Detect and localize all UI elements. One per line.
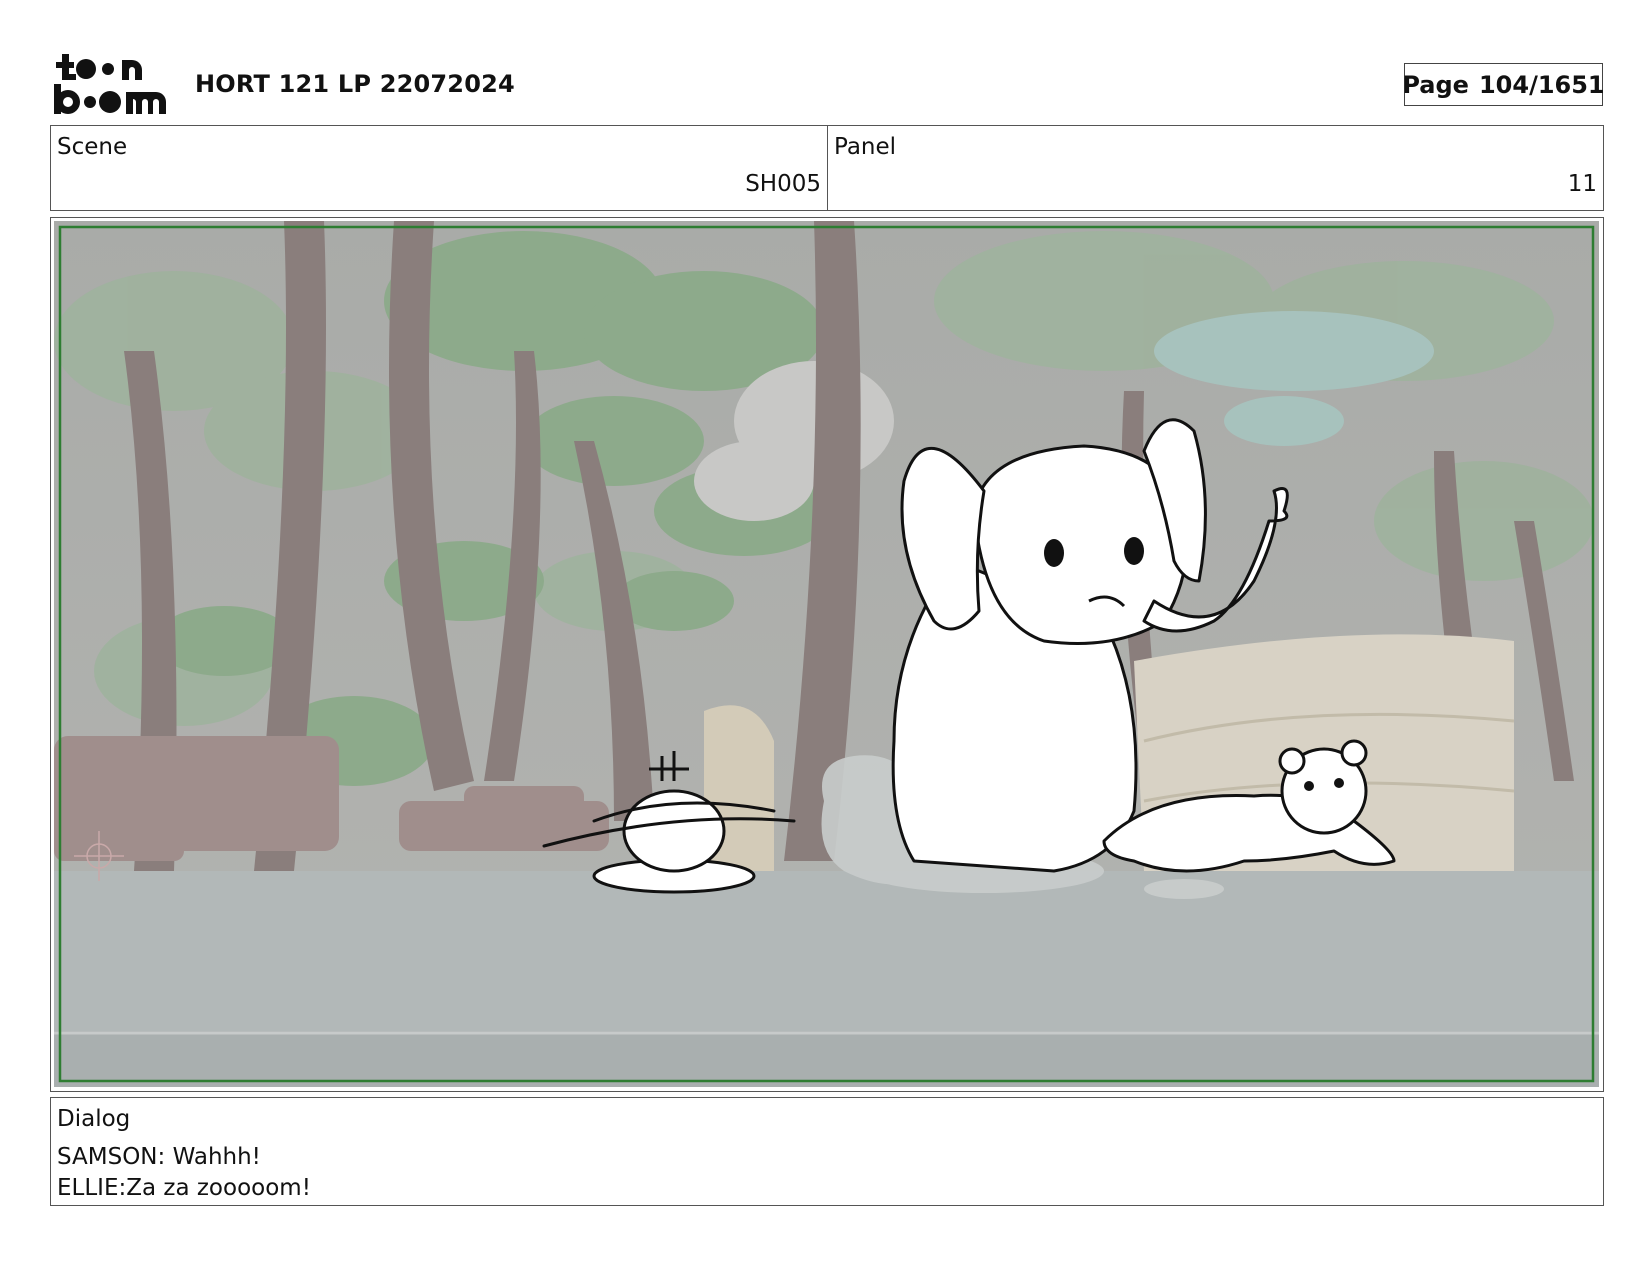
- document-title: HORT 121 LP 22072024: [195, 70, 515, 98]
- panel-value: 11: [1567, 171, 1597, 197]
- panel-label: Panel: [834, 134, 897, 160]
- panel-cell: Panel 11: [828, 126, 1603, 210]
- storyboard-panel-image: [54, 221, 1599, 1087]
- dialog-line: ELLIE:Za za zooooom!: [57, 1175, 311, 1201]
- dialog-line: SAMSON: Wahhh!: [57, 1144, 261, 1170]
- dialog-box: Dialog SAMSON: Wahhh! ELLIE:Za za zooooo…: [50, 1097, 1604, 1206]
- scene-label: Scene: [57, 134, 128, 160]
- page-number: 104/1651: [1478, 70, 1605, 99]
- page-label: Page: [1402, 70, 1469, 99]
- scene-value: SH005: [745, 171, 821, 197]
- storyboard-frame: [50, 217, 1604, 1092]
- dialog-label: Dialog: [57, 1106, 131, 1132]
- scene-panel-row: Scene SH005 Panel 11: [50, 125, 1604, 211]
- toonboom-logo: [52, 52, 170, 116]
- scene-cell: Scene SH005: [51, 126, 828, 210]
- page-indicator: Page 104/1651: [1402, 63, 1605, 106]
